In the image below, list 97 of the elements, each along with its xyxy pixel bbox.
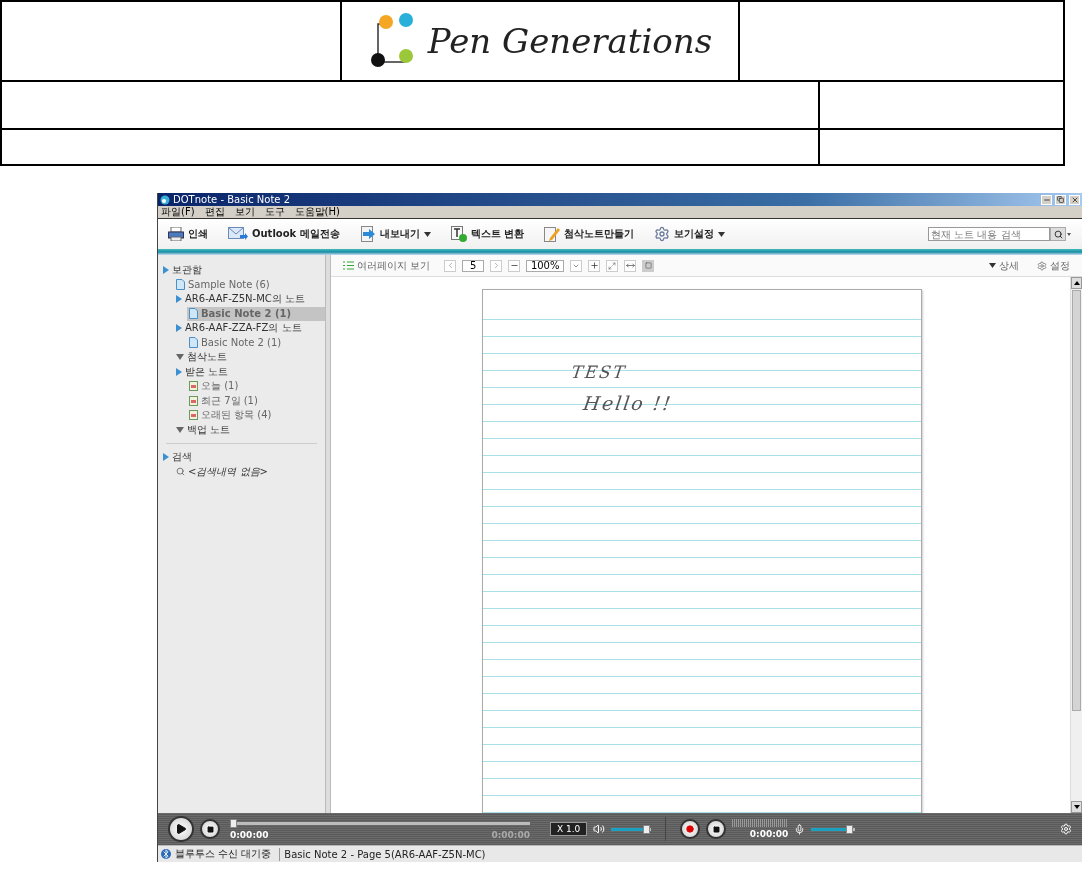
app-icon	[160, 194, 170, 205]
connection-status: 블루투스 수신 대기중	[175, 847, 273, 861]
close-button[interactable]	[1069, 194, 1080, 205]
window-title: DOTnote - Basic Note 2	[173, 193, 292, 206]
menu-item[interactable]: 보기	[234, 206, 255, 218]
search-icon	[176, 467, 185, 477]
horizontal-arrows-icon	[625, 261, 635, 270]
gear-icon	[1037, 260, 1047, 271]
triangle-right-icon[interactable]	[163, 266, 169, 275]
tree-item[interactable]: 보관함	[161, 263, 325, 278]
pencil-note-icon	[544, 226, 561, 242]
search-field[interactable]: 현재 노트 내용 검색	[928, 227, 1050, 241]
play-icon	[175, 823, 187, 835]
envelope-icon	[228, 227, 248, 241]
tree-item[interactable]: Basic Note 2 (1)	[187, 335, 325, 350]
handwriting-text: Hello !!	[581, 392, 674, 416]
triangle-right-icon[interactable]	[163, 453, 169, 462]
elapsed-time: 0:00:00	[230, 829, 269, 840]
tree-item[interactable]: 받은 노트	[174, 364, 325, 379]
tree-item[interactable]: 검색	[161, 450, 325, 465]
logo-text: Pen Generations	[427, 21, 713, 61]
document-icon	[189, 308, 198, 320]
speaker-icon[interactable]	[593, 823, 606, 835]
document-icon	[176, 279, 185, 291]
tree-item[interactable]: Sample Note (6)	[174, 277, 325, 292]
plus-icon	[589, 261, 599, 270]
triangle-right-icon[interactable]	[176, 367, 182, 376]
toolbar-button[interactable]: 첨삭노트만들기	[544, 226, 635, 242]
slider-thumb[interactable]	[846, 824, 854, 834]
triangle-down-icon[interactable]	[176, 354, 184, 361]
tree-item[interactable]: 첨삭노트	[174, 350, 325, 365]
fit-width-button[interactable]	[624, 259, 637, 272]
handwriting-text: TEST	[569, 362, 628, 384]
calendar-icon	[189, 395, 198, 406]
expand-icon	[608, 261, 617, 270]
tree-item[interactable]: AR6-AAF-Z5N-MC의 노트	[174, 292, 325, 307]
restore-button[interactable]	[1055, 194, 1066, 205]
tree-item[interactable]: 백업 노트	[174, 422, 325, 437]
settings-button[interactable]: 설정	[1037, 258, 1070, 273]
triangle-right-icon[interactable]	[176, 324, 182, 333]
printer-icon	[168, 227, 184, 241]
actual-size-button[interactable]	[642, 259, 655, 272]
toolbar-button[interactable]: 보기설정	[654, 226, 726, 242]
menu-item[interactable]: 파일(F)	[161, 206, 195, 218]
search-button[interactable]	[1050, 227, 1066, 241]
page-field[interactable]: 5	[462, 259, 485, 272]
play-button[interactable]	[168, 816, 194, 842]
close-icon	[1070, 195, 1079, 204]
microphone-icon[interactable]	[794, 823, 806, 835]
calendar-icon	[189, 381, 198, 392]
scroll-down-icon[interactable]	[1073, 805, 1080, 809]
caret-icon	[989, 263, 996, 268]
triangle-right-icon[interactable]	[176, 295, 182, 304]
text-convert-icon	[450, 226, 467, 242]
triangle-down-icon[interactable]	[176, 426, 184, 433]
list-icon	[343, 261, 354, 270]
menu-item[interactable]: 편집	[204, 206, 225, 218]
multi-page-button[interactable]: 여러페이지 보기	[343, 258, 431, 273]
zoom-field[interactable]: 100%	[526, 259, 565, 272]
toolbar-button[interactable]: 인쇄	[168, 227, 208, 241]
zoom-out-button[interactable]	[508, 259, 521, 272]
record-time: 0:00:00	[749, 829, 789, 839]
bluetooth-icon	[161, 849, 171, 859]
toolbar-button[interactable]: Outlook 메일전송	[228, 227, 340, 241]
tree-item[interactable]: 오래된 항목 (4)	[187, 408, 325, 423]
level-meter-drawing	[732, 819, 789, 827]
tree-item[interactable]: <검색내역 없음>	[174, 464, 325, 479]
toolbar-button[interactable]: 내보내기	[359, 226, 431, 242]
page-status: Basic Note 2 - Page 5(AR6-AAF-Z5N-MC)	[284, 848, 487, 860]
record-button[interactable]	[680, 819, 701, 839]
restore-icon	[1057, 196, 1064, 203]
zoom-in-button[interactable]	[588, 259, 601, 272]
menu-item[interactable]: 도구	[264, 206, 285, 218]
record-icon	[686, 825, 695, 833]
detail-button[interactable]: 상세	[989, 258, 1019, 273]
speed-badge[interactable]: X 1.0	[550, 822, 588, 836]
toolbar-button[interactable]: 텍스트 변환	[450, 226, 525, 242]
calendar-icon	[189, 410, 198, 421]
tree-item[interactable]: 오늘 (1)	[187, 379, 325, 394]
scrollbar[interactable]	[1070, 277, 1082, 813]
slider-thumb[interactable]	[642, 824, 650, 834]
slider-thumb[interactable]	[230, 818, 237, 828]
stop-button[interactable]	[706, 819, 727, 839]
menu-item[interactable]: 도움말(H)	[294, 206, 340, 218]
tree-item[interactable]: 최근 7일 (1)	[187, 393, 325, 408]
total-time: 0:00:00	[491, 829, 530, 840]
minimize-button[interactable]	[1041, 194, 1052, 205]
stop-button[interactable]	[200, 819, 220, 839]
gear-icon	[654, 226, 671, 242]
search-icon	[1053, 229, 1063, 239]
tree-item[interactable]: AR6-AAF-ZZA-FZ의 노트	[174, 321, 325, 336]
document-icon	[189, 337, 198, 349]
stop-icon	[206, 825, 214, 833]
settings-icon[interactable]	[1060, 823, 1072, 835]
scroll-up-icon[interactable]	[1073, 281, 1080, 285]
export-icon	[359, 226, 376, 242]
stop-icon	[712, 825, 720, 833]
